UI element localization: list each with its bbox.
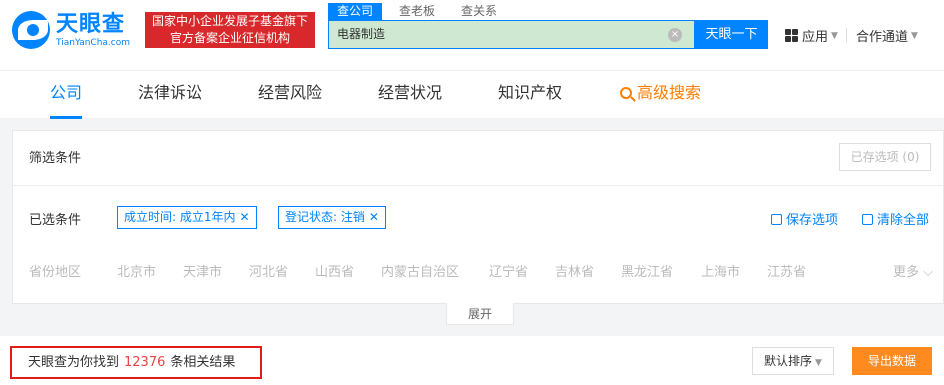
save-icon xyxy=(771,214,782,225)
province-option[interactable]: 北京市 xyxy=(117,261,156,280)
province-option[interactable]: 辽宁省 xyxy=(489,261,528,280)
close-icon[interactable]: ✕ xyxy=(240,210,250,224)
search-input[interactable]: 电器制造 × xyxy=(328,20,695,49)
expand-filters-button[interactable]: 展开 xyxy=(446,303,514,325)
search-input-value: 电器制造 xyxy=(337,27,386,41)
filter-chip-status[interactable]: 登记状态: 注销 ✕ xyxy=(278,206,386,229)
filter-chip-label: 成立时间: 成立1年内 xyxy=(124,210,236,224)
result-bar: 天眼查为你找到 12376 条相关结果 默认排序 ▼ 导出数据 xyxy=(0,336,944,385)
result-suffix: 条相关结果 xyxy=(170,355,236,370)
logo-domain: TianYanCha.com xyxy=(56,37,131,48)
chevron-down-icon: ⌵ xyxy=(923,265,933,280)
advanced-search-link[interactable]: 高级搜索 xyxy=(620,71,701,119)
trash-icon xyxy=(862,214,873,225)
tab-legal[interactable]: 法律诉讼 xyxy=(138,71,202,119)
save-options-link[interactable]: 保存选项 xyxy=(771,209,838,228)
partner-label: 合作通道 xyxy=(855,30,908,45)
province-label: 省份地区 xyxy=(29,265,82,280)
search-icon xyxy=(620,87,632,99)
logo[interactable]: 天眼查 TianYanCha.com xyxy=(12,11,130,49)
filter-chip-label: 登记状态: 注销 xyxy=(285,210,365,224)
top-header: 天眼查 TianYanCha.com 国家中小企业发展子基金旗下 官方备案企业征… xyxy=(0,0,944,70)
sort-dropdown[interactable]: 默认排序 ▼ xyxy=(752,347,834,375)
tab-operation[interactable]: 经营状况 xyxy=(378,71,442,119)
close-icon[interactable]: ✕ xyxy=(369,210,379,224)
filter-panel: 筛选条件 已存选项 (0) 已选条件 成立时间: 成立1年内 ✕ 登记状态: 注销… xyxy=(12,130,944,304)
apps-menu[interactable]: 应用 ▼ xyxy=(785,26,846,45)
province-option[interactable]: 河北省 xyxy=(249,261,288,280)
tab-ip[interactable]: 知识产权 xyxy=(498,71,562,119)
filter-chip-founded[interactable]: 成立时间: 成立1年内 ✕ xyxy=(117,206,257,229)
result-prefix: 天眼查为你找到 xyxy=(28,355,120,370)
advanced-search-label: 高级搜索 xyxy=(637,83,702,102)
search-tab-boss[interactable]: 查老板 xyxy=(390,3,444,20)
promo-line-2: 官方备案企业征信机构 xyxy=(169,31,290,45)
selected-conditions-label: 已选条件 xyxy=(29,213,82,228)
province-option[interactable]: 山西省 xyxy=(315,261,354,280)
main-nav: 公司 法律诉讼 经营风险 经营状况 知识产权 高级搜索 xyxy=(0,70,944,119)
filter-title: 筛选条件 xyxy=(29,151,82,166)
province-option[interactable]: 江苏省 xyxy=(767,261,806,280)
tab-risk[interactable]: 经营风险 xyxy=(258,71,322,119)
province-option[interactable]: 天津市 xyxy=(183,261,222,280)
promo-line-1: 国家中小企业发展子基金旗下 xyxy=(151,14,308,28)
save-options-label: 保存选项 xyxy=(786,213,839,228)
more-label: 更多 xyxy=(892,265,919,280)
search-type-tabs: 查公司 查老板 查关系 xyxy=(328,3,514,20)
province-option[interactable]: 吉林省 xyxy=(555,261,594,280)
saved-options-button[interactable]: 已存选项 (0) xyxy=(839,143,931,171)
logo-name: 天眼查 xyxy=(56,11,126,37)
search-tab-relation[interactable]: 查关系 xyxy=(452,3,506,20)
partner-menu[interactable]: 合作通道 ▼ xyxy=(856,26,926,45)
sort-label: 默认排序 xyxy=(764,354,813,368)
tab-company[interactable]: 公司 xyxy=(50,71,83,119)
province-option[interactable]: 内蒙古自治区 xyxy=(381,261,459,280)
more-provinces-button[interactable]: 更多 ⌵ xyxy=(893,261,933,280)
apps-label: 应用 xyxy=(802,30,829,45)
result-count: 12376 xyxy=(124,355,166,370)
export-data-button[interactable]: 导出数据 xyxy=(852,347,932,375)
clear-icon[interactable]: × xyxy=(668,28,682,42)
grid-icon xyxy=(785,29,798,42)
search-tab-company[interactable]: 查公司 xyxy=(328,3,383,20)
search-button[interactable]: 天眼一下 xyxy=(695,20,768,49)
promo-banner[interactable]: 国家中小企业发展子基金旗下 官方备案企业征信机构 xyxy=(145,12,315,48)
chevron-down-icon: ▼ xyxy=(815,358,822,368)
result-count-summary: 天眼查为你找到 12376 条相关结果 xyxy=(10,346,262,379)
province-option[interactable]: 黑龙江省 xyxy=(621,261,673,280)
eye-logo-icon xyxy=(12,11,50,49)
clear-all-link[interactable]: 清除全部 xyxy=(862,209,929,228)
chevron-down-icon: ▼ xyxy=(910,30,918,41)
clear-all-label: 清除全部 xyxy=(877,213,930,228)
province-option[interactable]: 上海市 xyxy=(701,261,740,280)
chevron-down-icon: ▼ xyxy=(831,30,838,41)
